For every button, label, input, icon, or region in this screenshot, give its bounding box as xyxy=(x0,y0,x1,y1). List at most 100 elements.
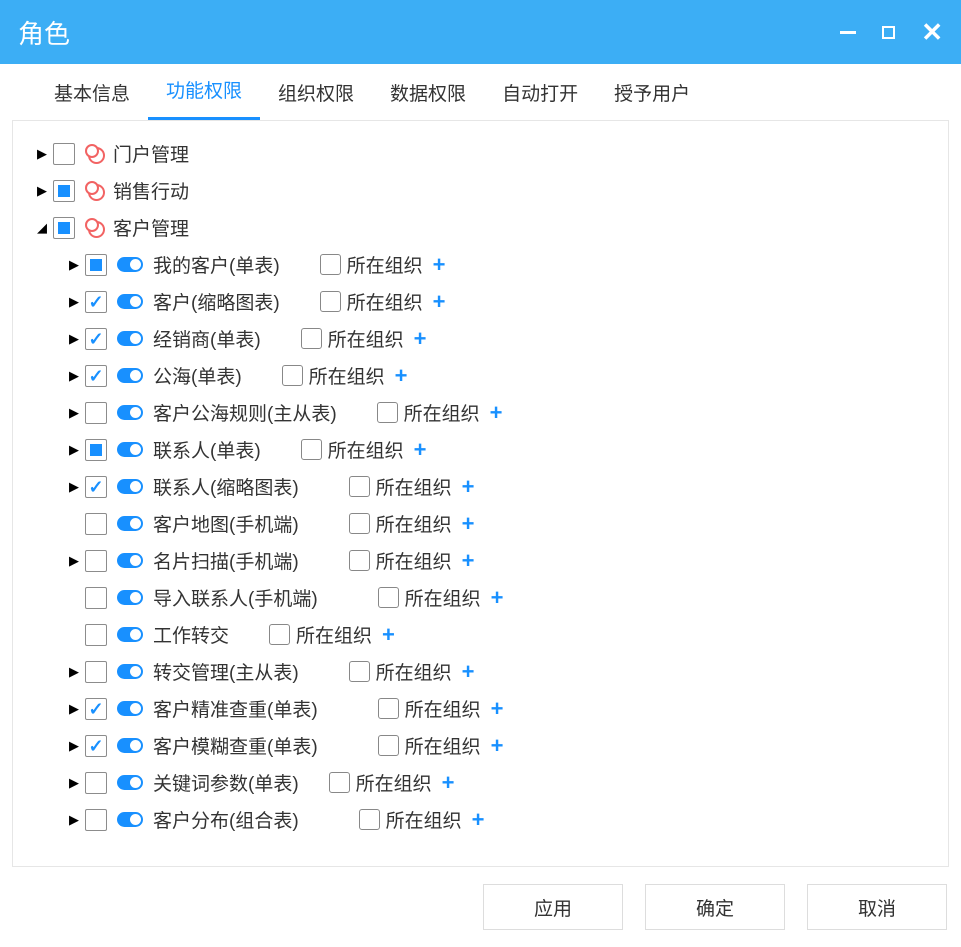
toggle-switch[interactable] xyxy=(117,590,143,605)
toggle-switch[interactable] xyxy=(117,368,143,383)
expand-icon[interactable]: ▶ xyxy=(31,146,53,162)
toggle-switch[interactable] xyxy=(117,479,143,494)
add-icon[interactable]: + xyxy=(433,252,446,278)
tab-function-perm[interactable]: 功能权限 xyxy=(148,76,260,120)
toggle-switch[interactable] xyxy=(117,553,143,568)
node-label: 客户地图(手机端) xyxy=(153,510,299,537)
expand-icon[interactable]: ▶ xyxy=(63,553,85,569)
add-icon[interactable]: + xyxy=(442,770,455,796)
org-checkbox[interactable] xyxy=(349,513,370,534)
toggle-switch[interactable] xyxy=(117,664,143,679)
org-checkbox[interactable] xyxy=(349,476,370,497)
expand-icon[interactable]: ▶ xyxy=(63,442,85,458)
expand-icon[interactable]: ▶ xyxy=(63,257,85,273)
checkbox[interactable] xyxy=(53,143,75,165)
add-icon[interactable]: + xyxy=(462,548,475,574)
org-checkbox[interactable] xyxy=(378,587,399,608)
toggle-switch[interactable] xyxy=(117,701,143,716)
toggle-switch[interactable] xyxy=(117,812,143,827)
add-icon[interactable]: + xyxy=(491,733,504,759)
cancel-button[interactable]: 取消 xyxy=(807,884,947,930)
expand-icon[interactable]: ▶ xyxy=(63,405,85,421)
add-icon[interactable]: + xyxy=(490,400,503,426)
expand-icon[interactable]: ▶ xyxy=(63,775,85,791)
expand-icon[interactable]: ▶ xyxy=(63,479,85,495)
org-checkbox[interactable] xyxy=(301,328,322,349)
expand-icon[interactable]: ▶ xyxy=(31,183,53,199)
add-icon[interactable]: + xyxy=(462,659,475,685)
expand-icon[interactable]: ▶ xyxy=(63,331,85,347)
checkbox[interactable] xyxy=(85,587,107,609)
checkbox[interactable] xyxy=(85,661,107,683)
checkbox[interactable] xyxy=(85,328,107,350)
add-icon[interactable]: + xyxy=(491,585,504,611)
org-checkbox[interactable] xyxy=(329,772,350,793)
org-checkbox[interactable] xyxy=(349,550,370,571)
checkbox[interactable] xyxy=(85,365,107,387)
close-icon[interactable]: ✕ xyxy=(921,19,943,45)
add-icon[interactable]: + xyxy=(414,326,427,352)
toggle-switch[interactable] xyxy=(117,516,143,531)
toggle-switch[interactable] xyxy=(117,627,143,642)
checkbox[interactable] xyxy=(85,439,107,461)
ok-button[interactable]: 确定 xyxy=(645,884,785,930)
checkbox[interactable] xyxy=(53,217,75,239)
expand-icon[interactable]: ▶ xyxy=(63,368,85,384)
org-checkbox[interactable] xyxy=(377,402,398,423)
add-icon[interactable]: + xyxy=(472,807,485,833)
add-icon[interactable]: + xyxy=(382,622,395,648)
toggle-switch[interactable] xyxy=(117,257,143,272)
checkbox[interactable] xyxy=(85,513,107,535)
window-title: 角色 xyxy=(18,14,70,51)
add-icon[interactable]: + xyxy=(462,474,475,500)
expand-icon[interactable]: ▶ xyxy=(63,812,85,828)
org-checkbox[interactable] xyxy=(320,254,341,275)
org-checkbox[interactable] xyxy=(320,291,341,312)
checkbox[interactable] xyxy=(85,624,107,646)
checkbox[interactable] xyxy=(85,291,107,313)
checkbox[interactable] xyxy=(85,809,107,831)
checkbox[interactable] xyxy=(53,180,75,202)
org-checkbox[interactable] xyxy=(269,624,290,645)
org-checkbox[interactable] xyxy=(359,809,380,830)
apply-button[interactable]: 应用 xyxy=(483,884,623,930)
checkbox[interactable] xyxy=(85,254,107,276)
expand-icon[interactable]: ▶ xyxy=(63,738,85,754)
org-checkbox[interactable] xyxy=(282,365,303,386)
toggle-switch[interactable] xyxy=(117,405,143,420)
toggle-switch[interactable] xyxy=(117,775,143,790)
add-icon[interactable]: + xyxy=(414,437,427,463)
tab-grant-user[interactable]: 授予用户 xyxy=(596,79,708,120)
minimize-icon[interactable] xyxy=(840,31,856,34)
org-checkbox[interactable] xyxy=(301,439,322,460)
add-icon[interactable]: + xyxy=(462,511,475,537)
org-label: 所在组织 xyxy=(328,436,404,463)
checkbox[interactable] xyxy=(85,772,107,794)
tab-data-perm[interactable]: 数据权限 xyxy=(372,79,484,120)
add-icon[interactable]: + xyxy=(491,696,504,722)
org-checkbox[interactable] xyxy=(349,661,370,682)
toggle-switch[interactable] xyxy=(117,294,143,309)
node-label: 客户分布(组合表) xyxy=(153,806,299,833)
expand-icon[interactable]: ◢ xyxy=(31,220,53,236)
checkbox[interactable] xyxy=(85,476,107,498)
add-icon[interactable]: + xyxy=(395,363,408,389)
expand-icon[interactable]: ▶ xyxy=(63,294,85,310)
checkbox[interactable] xyxy=(85,735,107,757)
expand-icon[interactable]: ▶ xyxy=(63,664,85,680)
tab-auto-open[interactable]: 自动打开 xyxy=(484,79,596,120)
tab-org-perm[interactable]: 组织权限 xyxy=(260,79,372,120)
org-checkbox[interactable] xyxy=(378,735,399,756)
checkbox[interactable] xyxy=(85,402,107,424)
toggle-switch[interactable] xyxy=(117,738,143,753)
checkbox[interactable] xyxy=(85,550,107,572)
add-icon[interactable]: + xyxy=(433,289,446,315)
tab-basic[interactable]: 基本信息 xyxy=(36,79,148,120)
org-checkbox[interactable] xyxy=(378,698,399,719)
tree-node: ▶ 转交管理(主从表) 所在组织 + xyxy=(23,653,938,690)
expand-icon[interactable]: ▶ xyxy=(63,701,85,717)
maximize-icon[interactable] xyxy=(882,26,895,39)
toggle-switch[interactable] xyxy=(117,442,143,457)
checkbox[interactable] xyxy=(85,698,107,720)
toggle-switch[interactable] xyxy=(117,331,143,346)
